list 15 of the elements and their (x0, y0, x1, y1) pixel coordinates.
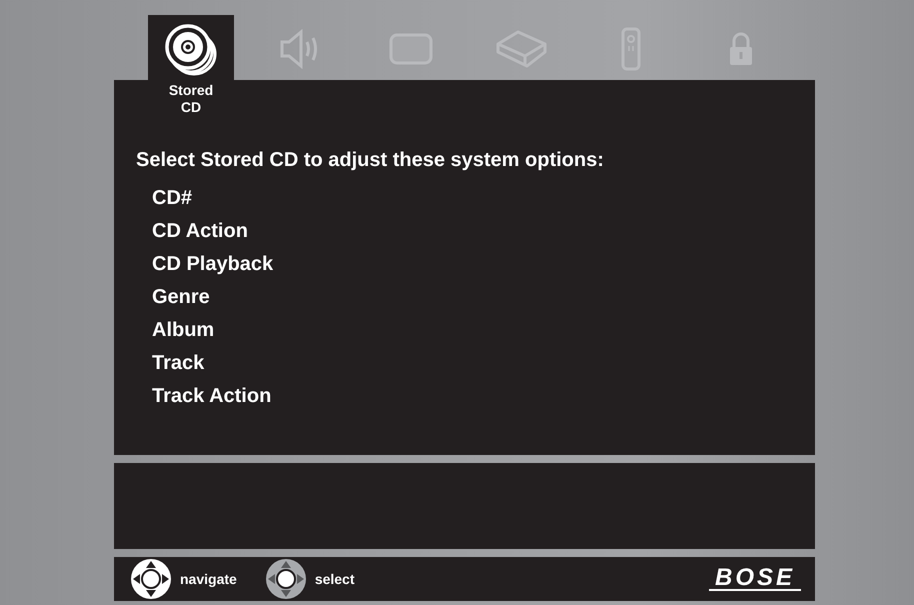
screen-icon (389, 33, 433, 65)
menu-option[interactable]: Track (152, 352, 204, 375)
menu-option[interactable]: Album (152, 319, 214, 342)
menu-option[interactable]: Genre (152, 286, 210, 309)
menu-option[interactable]: CD Playback (152, 253, 274, 276)
disc-stack-icon (165, 22, 217, 76)
hint-label: navigate (180, 571, 237, 587)
console-box-icon (495, 30, 547, 68)
menu-option[interactable]: CD Action (152, 220, 248, 243)
menu-option[interactable]: Track Action (152, 385, 272, 408)
menu-option[interactable]: CD# (152, 187, 192, 210)
menu-heading: Select Stored CD to adjust these system options: (136, 149, 605, 172)
hint-label: select (314, 571, 355, 587)
padlock-icon (728, 31, 754, 67)
logo: BOSE (708, 567, 801, 591)
